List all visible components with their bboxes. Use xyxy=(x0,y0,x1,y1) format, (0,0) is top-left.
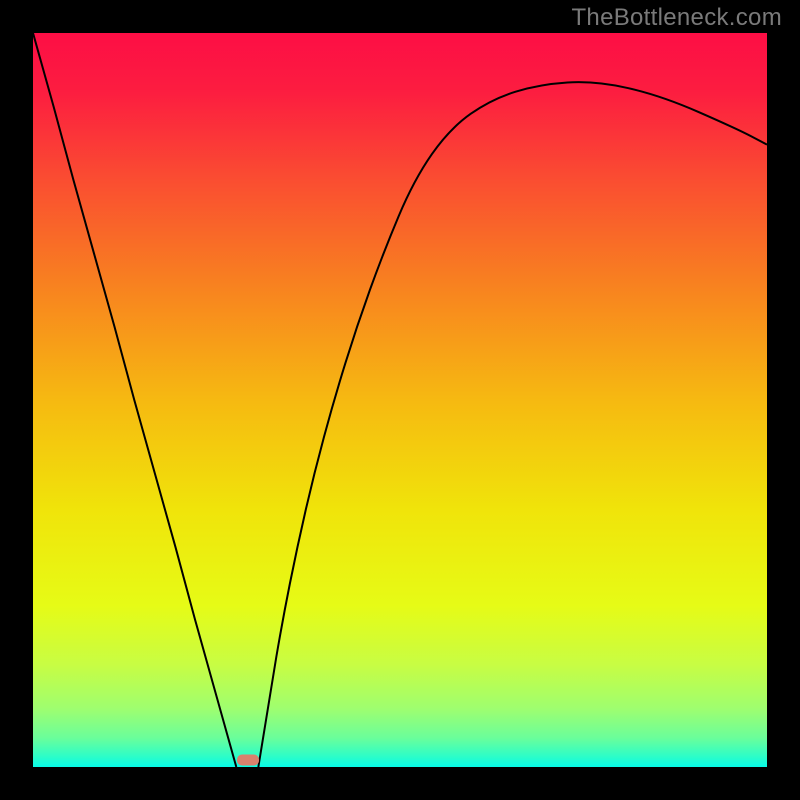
plot-area xyxy=(33,33,767,767)
right-branch-line xyxy=(258,82,767,767)
curve-layer xyxy=(33,33,767,767)
optimal-point-marker xyxy=(237,755,259,766)
chart-frame: TheBottleneck.com xyxy=(0,0,800,800)
left-branch-line xyxy=(33,33,236,767)
watermark-text: TheBottleneck.com xyxy=(571,4,782,32)
